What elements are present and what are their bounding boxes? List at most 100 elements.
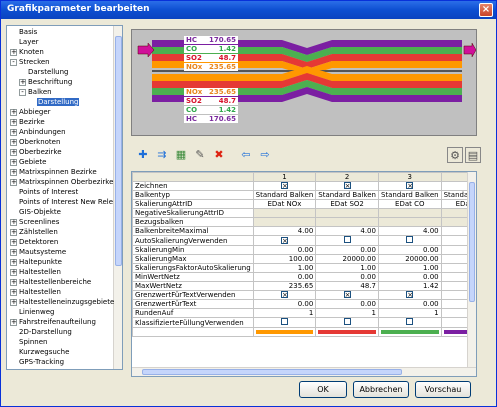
expand-icon[interactable]: + [10, 119, 17, 126]
checkbox[interactable]: × [406, 291, 414, 299]
expand-icon[interactable]: + [10, 219, 17, 226]
tree-item[interactable]: + Haltestellenbereiche [10, 278, 91, 287]
checkbox-cell[interactable] [377, 235, 442, 246]
expand-icon[interactable]: + [10, 49, 17, 56]
expand-icon[interactable]: + [10, 159, 17, 166]
tree-item[interactable]: + Haltepunkte [10, 258, 62, 267]
tree-item[interactable]: Kurzwegsuche [10, 348, 69, 357]
tree-item[interactable]: + Oberknoten [10, 138, 60, 147]
expand-icon[interactable]: + [10, 229, 17, 236]
value-cell[interactable]: Standard Balken [315, 190, 379, 200]
grid-horizontal-scrollbar[interactable] [132, 367, 476, 376]
tree-item[interactable]: + Gebiete [10, 158, 46, 167]
tree-item[interactable]: + Mautsysteme [10, 248, 66, 257]
copy-icon[interactable]: ⇉ [154, 147, 170, 163]
tree-item[interactable]: Basis [10, 28, 37, 37]
value-cell[interactable]: 4.00 [315, 226, 379, 236]
checkbox-cell[interactable] [252, 317, 317, 328]
expand-icon[interactable]: + [10, 129, 17, 136]
expand-icon[interactable]: + [10, 259, 17, 266]
delete-icon[interactable]: ✖ [211, 147, 227, 163]
tree-item[interactable]: + Matrixspinnen Bezirke [10, 168, 97, 177]
value-cell[interactable]: EDat SO2 [315, 199, 379, 209]
checkbox[interactable] [280, 318, 288, 325]
expand-icon[interactable]: + [10, 319, 17, 326]
value-cell[interactable]: 0.00 [252, 272, 317, 282]
expand-icon[interactable]: + [10, 239, 17, 246]
disabled-cell[interactable] [252, 208, 317, 218]
checkbox-cell[interactable]: × [315, 181, 379, 191]
checkbox-cell[interactable]: × [377, 290, 442, 300]
checkbox[interactable]: × [343, 291, 351, 299]
value-cell[interactable]: 48.7 [315, 281, 379, 291]
tree-item[interactable]: + Zählstellen [10, 228, 58, 237]
fill-color-cell[interactable] [252, 327, 317, 337]
expand-icon[interactable]: + [10, 299, 17, 306]
checkbox-cell[interactable]: × [252, 290, 317, 300]
move-right-icon[interactable]: ⇨ [257, 147, 273, 163]
value-cell[interactable]: 0.00 [315, 272, 379, 282]
column-header[interactable]: 1 [252, 172, 317, 182]
cancel-button[interactable]: Abbrechen [353, 381, 409, 398]
fill-color-cell[interactable] [315, 327, 379, 337]
tree-item[interactable]: Linienweg [10, 308, 54, 317]
collapse-icon[interactable]: - [19, 89, 26, 96]
tree-item[interactable]: + Abbieger [10, 108, 51, 117]
value-cell[interactable]: 1.00 [377, 263, 442, 273]
disabled-cell[interactable] [377, 217, 442, 227]
checkbox[interactable]: × [280, 236, 288, 244]
expand-icon[interactable]: + [19, 79, 26, 86]
tree-item[interactable]: + Haltestelleneinzugsgebiete [10, 298, 114, 307]
column-header[interactable]: 2 [315, 172, 379, 182]
checkbox[interactable]: × [406, 182, 414, 190]
checkbox-cell[interactable]: × [315, 290, 379, 300]
checkbox[interactable] [343, 318, 351, 325]
checkbox-cell[interactable]: × [252, 235, 317, 246]
value-cell[interactable]: 1 [315, 308, 379, 318]
value-cell[interactable]: 1.42 [377, 281, 442, 291]
value-cell[interactable]: 1 [252, 308, 317, 318]
category-tree[interactable]: Basis Layer + Knoten - Strecken Darstellung + Be… [6, 25, 123, 370]
tree-item[interactable]: + Screenlines [10, 218, 59, 227]
value-cell[interactable]: 0.00 [315, 299, 379, 309]
value-cell[interactable]: 235.65 [252, 281, 317, 291]
fill-color-cell[interactable] [377, 327, 442, 337]
checkbox[interactable] [406, 318, 414, 325]
checkbox[interactable]: × [343, 182, 351, 190]
ok-button[interactable]: OK [299, 381, 347, 398]
tree-item[interactable]: - Balken [19, 88, 52, 97]
edit-icon[interactable]: ✎ [192, 147, 208, 163]
value-cell[interactable]: 4.00 [252, 226, 317, 236]
scrollbar-thumb[interactable] [142, 369, 402, 375]
value-cell[interactable]: 0.00 [315, 245, 379, 255]
value-cell[interactable]: 0.00 [252, 245, 317, 255]
grid-vertical-scrollbar[interactable] [467, 172, 476, 368]
value-cell[interactable]: Standard Balken [252, 190, 317, 200]
value-cell[interactable]: 1 [377, 308, 442, 318]
tree-item[interactable]: + Detektoren [10, 238, 58, 247]
tree-item[interactable]: Darstellung [19, 68, 68, 77]
preview-button[interactable]: Vorschau [415, 381, 471, 398]
tree-item[interactable]: - Strecken [10, 58, 50, 67]
checkbox[interactable] [406, 236, 414, 243]
tree-item[interactable]: 2D-Darstellung [10, 328, 72, 337]
settings-icon[interactable]: ⚙ [447, 147, 463, 163]
move-left-icon[interactable]: ⇦ [238, 147, 254, 163]
tree-item[interactable]: + Anbindungen [10, 128, 66, 137]
parameter-grid[interactable]: 1234Zeichnen××××BalkentypStandard Balken… [131, 171, 477, 377]
checkbox-cell[interactable]: × [252, 181, 317, 191]
value-cell[interactable]: 20000.00 [315, 254, 379, 264]
checkbox-cell[interactable] [315, 235, 379, 246]
collapse-icon[interactable]: - [10, 59, 17, 66]
tree-item[interactable]: + Knoten [10, 48, 44, 57]
tree-item[interactable]: Points of Interest [10, 188, 78, 197]
expand-icon[interactable]: + [10, 269, 17, 276]
disabled-cell[interactable] [377, 208, 442, 218]
expand-icon[interactable]: + [10, 169, 17, 176]
tree-item[interactable]: + Bezirke [10, 118, 45, 127]
value-cell[interactable]: 1.00 [252, 263, 317, 273]
tree-item[interactable]: Layer [10, 38, 39, 47]
tree-item[interactable]: + Haltestellen [10, 268, 61, 277]
disabled-cell[interactable] [315, 208, 379, 218]
checkbox-cell[interactable]: × [377, 181, 442, 191]
